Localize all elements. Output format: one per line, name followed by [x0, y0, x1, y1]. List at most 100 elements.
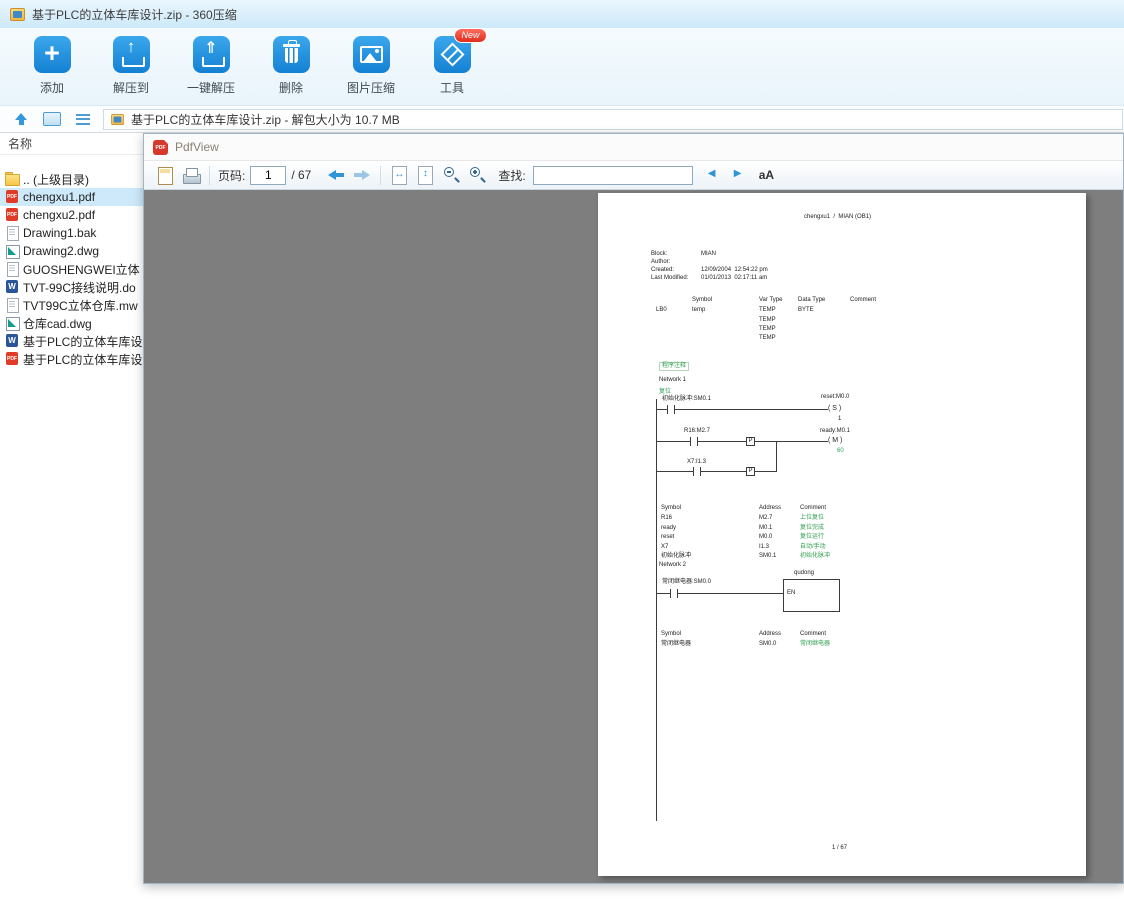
- zoom-out-icon[interactable]: [441, 165, 461, 185]
- add-button[interactable]: 添加: [16, 36, 88, 102]
- one-click-extract-icon: [192, 36, 230, 73]
- contact-label: 常闭继电器:SM0.0: [662, 579, 712, 585]
- file-name: GUOSHENGWEI立体: [23, 262, 140, 277]
- new-badge: New: [454, 28, 487, 43]
- pdf-content-area: chengxu1 / MIAN (OB1) Block: MIAN Author…: [144, 190, 1123, 883]
- find-next-icon[interactable]: [731, 165, 751, 185]
- symbol-table-header: Address: [759, 631, 782, 637]
- address-cell: I1.3: [759, 544, 770, 550]
- find-input[interactable]: [532, 165, 693, 185]
- fit-page-icon[interactable]: [415, 165, 435, 185]
- window-title: 基于PLC的立体车库设计.zip - 360压缩: [32, 7, 237, 22]
- positive-edge-box: P: [746, 437, 755, 446]
- toolbar-separator: [209, 165, 210, 185]
- file-row[interactable]: 基于PLC的立体车库设: [0, 332, 143, 350]
- pdfview-toolbar: 页码: / 67 查找: aA: [144, 161, 1123, 190]
- contact-label: X7:I1.3: [687, 459, 707, 465]
- var-table-cell: TEMP: [759, 335, 776, 341]
- toolbar-separator: [380, 165, 382, 185]
- coil-count: 1: [838, 416, 842, 422]
- block-label: Last Modified:: [651, 275, 689, 281]
- program-comment: 程序注释: [659, 362, 690, 371]
- file-name: 仓库cad.dwg: [23, 316, 92, 331]
- symbol-cell: reset: [661, 534, 675, 540]
- toolbar-button-label: 工具: [439, 81, 464, 95]
- file-row[interactable]: Drawing2.dwg: [0, 242, 143, 260]
- dwg-file-icon: [5, 244, 20, 259]
- function-box-title: qudong: [794, 570, 815, 576]
- contact-label: 初始化脉冲:SM0.1: [662, 396, 712, 402]
- page-number-input[interactable]: [250, 165, 287, 185]
- zoom-in-icon[interactable]: [467, 165, 487, 185]
- extract-to-button[interactable]: 解压到: [95, 36, 167, 102]
- pdfview-window: PdfView 页码: / 67 查找: aA chengxu1: [143, 133, 1124, 884]
- file-row[interactable]: 基于PLC的立体车库设: [0, 350, 143, 368]
- file-name: 基于PLC的立体车库设: [23, 334, 143, 349]
- one-click-extract-button[interactable]: 一键解压: [175, 36, 247, 102]
- view-pane-icon[interactable]: [41, 109, 63, 129]
- main-toolbar: 添加 解压到 一键解压 删除 图片压缩 New 工具: [0, 28, 1124, 106]
- block-label: Created:: [651, 267, 675, 273]
- file-row[interactable]: GUOSHENGWEI立体: [0, 260, 143, 278]
- symbol-table-header: Symbol: [661, 505, 682, 511]
- file-row[interactable]: TVT-99C接线说明.do: [0, 278, 143, 296]
- page-footer: 1 / 67: [832, 845, 848, 851]
- contact-symbol: [670, 589, 678, 598]
- address-cell: M0.0: [759, 534, 773, 540]
- image-compress-button[interactable]: 图片压缩: [335, 36, 407, 102]
- file-name: TVT99C立体仓库.mw: [23, 298, 138, 313]
- ladder-wire: [656, 471, 777, 472]
- block-value: 12/09/2004 12:54:22 pm: [701, 267, 768, 273]
- file-row[interactable]: 仓库cad.dwg: [0, 314, 143, 332]
- font-size-icon[interactable]: aA: [759, 168, 774, 182]
- file-row[interactable]: .. (上级目录): [0, 170, 143, 188]
- block-value: 01/01/2013 02:17:11 am: [701, 275, 768, 281]
- symbol-table-header: Comment: [800, 631, 827, 637]
- open-document-icon[interactable]: [155, 165, 175, 185]
- toolbar-button-label: 添加: [39, 81, 64, 95]
- print-icon[interactable]: [181, 165, 201, 185]
- contact-symbol: [690, 437, 698, 446]
- page-number-label: 页码:: [218, 168, 246, 183]
- generic-file-icon: [5, 262, 19, 277]
- column-header-name[interactable]: 名称: [0, 133, 143, 155]
- ladder-wire: [656, 409, 828, 410]
- address-field[interactable]: 基于PLC的立体车库设计.zip - 解包大小为 10.7 MB: [103, 108, 1123, 130]
- pdf-file-icon: [5, 190, 19, 204]
- address-cell: M2.7: [759, 515, 773, 521]
- toolbar-button-label: 图片压缩: [346, 81, 395, 95]
- var-table-cell: BYTE: [798, 307, 814, 313]
- tools-button[interactable]: New 工具: [416, 28, 488, 102]
- network2-label: Network 2: [659, 562, 687, 568]
- image-compress-icon: [352, 36, 390, 73]
- file-row-selected[interactable]: chengxu1.pdf: [0, 188, 143, 206]
- file-name: .. (上级目录): [23, 172, 89, 187]
- coil-label: reset:M0.0: [821, 394, 850, 400]
- contact-symbol: [667, 405, 675, 414]
- previous-page-icon[interactable]: [326, 165, 346, 185]
- var-table-cell: LB0: [656, 307, 667, 313]
- find-previous-icon[interactable]: [705, 165, 725, 185]
- up-level-icon[interactable]: [10, 109, 32, 129]
- file-row[interactable]: chengxu2.pdf: [0, 206, 143, 224]
- symbol-cell: 常闭继电器: [661, 641, 692, 647]
- archive-path-text: 基于PLC的立体车库设计.zip - 解包大小为 10.7 MB: [131, 112, 400, 127]
- toolbar-button-label: 解压到: [112, 81, 149, 95]
- file-row[interactable]: TVT99C立体仓库.mw: [0, 296, 143, 314]
- power-rail: [656, 399, 657, 821]
- pdfview-title: PdfView: [175, 140, 219, 154]
- contact-symbol: [693, 467, 701, 476]
- fit-width-icon[interactable]: [389, 165, 409, 185]
- comment-cell: 常闭继电器: [800, 641, 831, 647]
- next-page-icon[interactable]: [352, 165, 372, 185]
- symbol-table-header: Symbol: [661, 631, 682, 637]
- ladder-wire: [776, 441, 828, 442]
- var-table-cell: TEMP: [759, 307, 776, 313]
- file-row[interactable]: Drawing1.bak: [0, 224, 143, 242]
- block-label: Block:: [651, 251, 668, 257]
- symbol-cell: 初始化脉冲: [661, 553, 692, 559]
- list-view-icon[interactable]: [72, 109, 94, 129]
- delete-button[interactable]: 删除: [255, 36, 327, 102]
- address-cell: SM0.1: [759, 553, 777, 559]
- var-table-header: Data Type: [798, 297, 826, 303]
